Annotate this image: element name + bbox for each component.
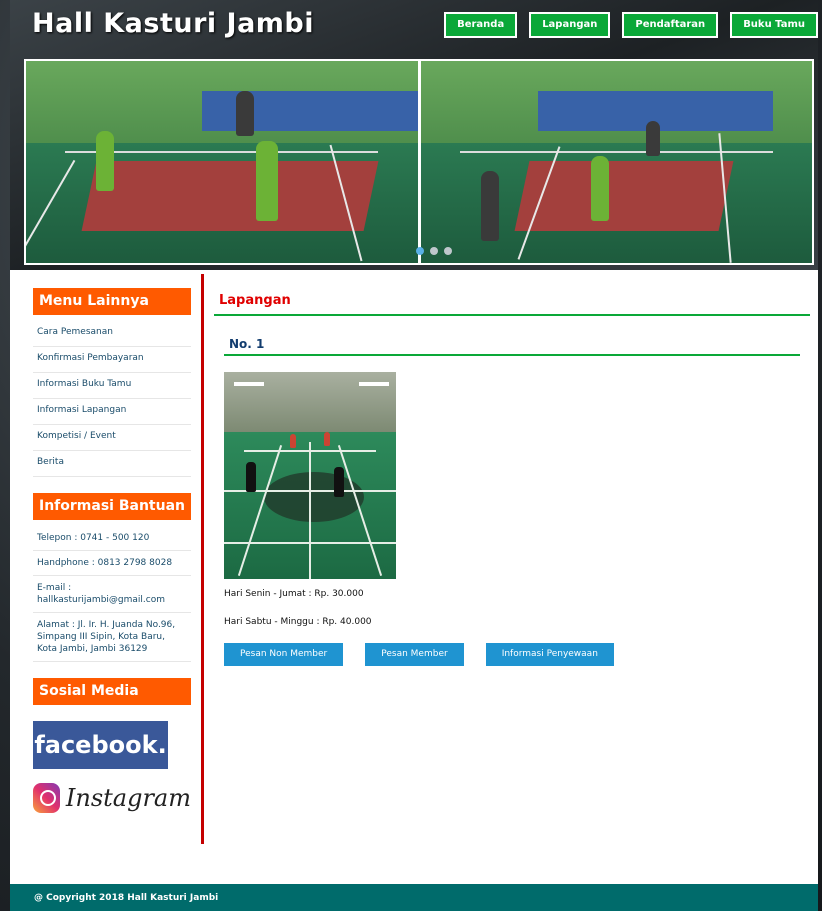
sidebar-item-informasi-buku-tamu[interactable]: Informasi Buku Tamu [33,373,191,399]
court-title: No. 1 [224,334,800,356]
sidebar-item-informasi-lapangan[interactable]: Informasi Lapangan [33,399,191,425]
sidebar-item-cara-pemesanan[interactable]: Cara Pemesanan [33,321,191,347]
footer: @ Copyright 2018 Hall Kasturi Jambi [10,884,818,911]
sidebar-item-konfirmasi-pembayaran[interactable]: Konfirmasi Pembayaran [33,347,191,373]
sidebar: Menu Lainnya Cara Pemesanan Konfirmasi P… [33,288,191,813]
image-slider[interactable] [24,59,814,265]
sidebar-info-title: Informasi Bantuan [33,493,191,520]
price-weekday: Hari Senin - Jumat : Rp. 30.000 [224,589,364,599]
page-title: Lapangan [214,288,810,316]
sidebar-item-kompetisi-event[interactable]: Kompetisi / Event [33,425,191,451]
price-weekend: Hari Sabtu - Minggu : Rp. 40.000 [224,617,372,627]
facebook-link[interactable]: facebook. [33,721,168,769]
instagram-icon [33,783,60,813]
slider-dot[interactable] [416,247,424,255]
informasi-penyewaan-button[interactable]: Informasi Penyewaan [485,643,614,666]
booking-actions: Pesan Non Member Pesan Member Informasi … [224,643,800,666]
header: Hall Kasturi Jambi Beranda Lapangan Pend… [10,0,818,270]
nav-buku-tamu[interactable]: Buku Tamu [730,12,818,38]
court-section: No. 1 Hari Senin - Jumat: Rp. 30.000 Ha… [224,334,800,666]
slider-dot[interactable] [430,247,438,255]
nav-lapangan[interactable]: Lapangan [529,12,611,38]
slider-dots [416,247,452,255]
sidebar-social-title: Sosial Media [33,678,191,705]
nav-pendaftaran[interactable]: Pendaftaran [622,12,719,38]
sidebar-divider [201,274,204,844]
pesan-member-button[interactable]: Pesan Member [365,643,464,666]
content-area: Menu Lainnya Cara Pemesanan Konfirmasi P… [10,270,818,884]
info-email: E-mail : hallkasturijambi@gmail.com [33,576,191,613]
page-frame: Hall Kasturi Jambi Beranda Lapangan Pend… [10,0,818,911]
top-navigation: Beranda Lapangan Pendaftaran Buku Tamu [444,12,818,38]
info-telepon: Telepon : 0741 - 500 120 [33,526,191,551]
slider-dot[interactable] [444,247,452,255]
slide-image-right [420,61,812,263]
instagram-label: Instagram [65,784,191,812]
main-content: Lapangan No. 1 Hari Senin - Jumat: Rp. … [214,288,810,666]
info-handphone: Handphone : 0813 2798 8028 [33,551,191,576]
sidebar-item-berita[interactable]: Berita [33,451,191,477]
slide-image-left [26,61,418,263]
instagram-link[interactable]: Instagram [33,783,191,813]
sidebar-menu-title: Menu Lainnya [33,288,191,315]
info-alamat: Alamat : Jl. Ir. H. Juanda No.96, Simpan… [33,613,191,662]
copyright-text: @ Copyright 2018 Hall Kasturi Jambi [34,893,219,903]
court-photo [224,372,396,579]
pesan-non-member-button[interactable]: Pesan Non Member [224,643,344,666]
nav-beranda[interactable]: Beranda [444,12,518,38]
site-title: Hall Kasturi Jambi [32,8,315,39]
